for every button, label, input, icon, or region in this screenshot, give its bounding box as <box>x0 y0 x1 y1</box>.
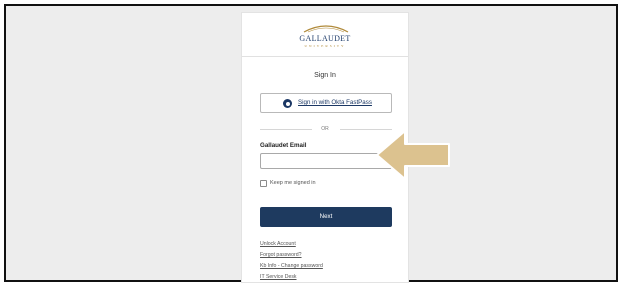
logo-arc-icon <box>303 25 349 33</box>
email-label: Gallaudet Email <box>260 142 307 149</box>
change-password-link[interactable]: Kb Info - Change password <box>260 263 323 269</box>
unlock-account-link[interactable]: Unlock Account <box>260 241 296 247</box>
it-service-desk-link[interactable]: IT Service Desk <box>260 274 297 280</box>
okta-fastpass-button[interactable]: Sign in with Okta FastPass <box>260 93 392 113</box>
logo-name: GALLAUDET <box>299 34 351 43</box>
keep-signed-in-checkbox[interactable] <box>260 180 267 187</box>
email-field[interactable] <box>260 153 392 169</box>
logo-header: GALLAUDET UNIVERSITY <box>242 13 408 57</box>
screenshot-frame: GALLAUDET UNIVERSITY Sign In Sign in wit… <box>4 4 618 283</box>
page-title: Sign In <box>314 72 336 79</box>
logo-subtitle: UNIVERSITY <box>304 44 346 48</box>
arrow-left-annotation-icon <box>376 130 450 180</box>
keep-signed-in-label: Keep me signed in <box>270 180 316 186</box>
okta-fastpass-icon <box>283 99 292 108</box>
okta-fastpass-label: Sign in with Okta FastPass <box>298 99 372 106</box>
forgot-password-link[interactable]: Forgot password? <box>260 252 302 258</box>
next-button[interactable]: Next <box>260 207 392 227</box>
